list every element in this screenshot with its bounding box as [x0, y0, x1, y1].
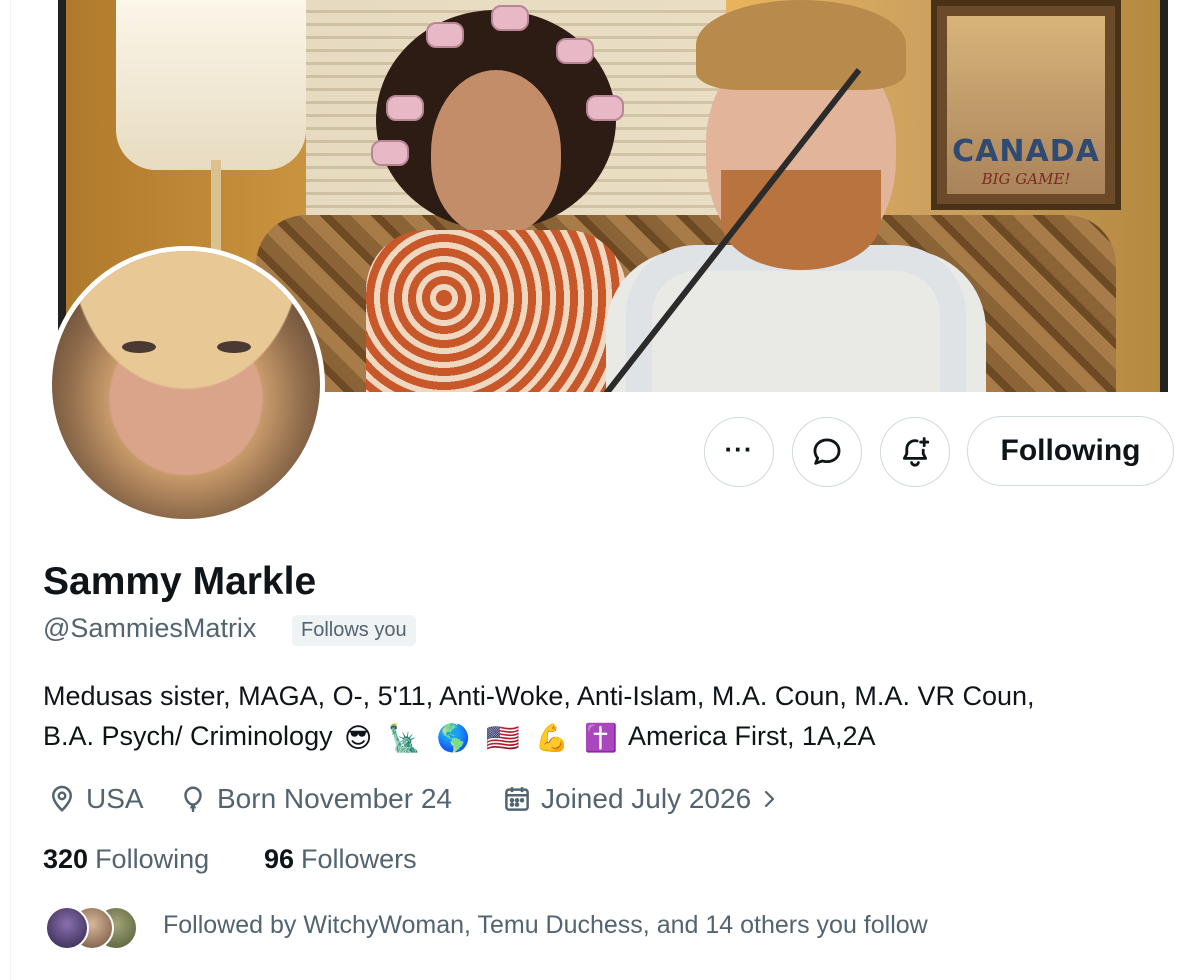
joined-text: Joined July 2026	[541, 783, 752, 814]
notification-bell-icon	[902, 437, 930, 467]
message-button[interactable]	[792, 417, 862, 487]
bio-text: B.A. Psych/ Criminology	[43, 721, 333, 751]
bio-line-2: B.A. Psych/ Criminology 😎 🗽 🌎 🇺🇸 💪 ✝️ Am…	[43, 716, 1183, 758]
emoji-statue-of-liberty: 🗽	[387, 722, 422, 753]
emoji-sunglasses: 😎	[344, 722, 373, 753]
banner-figure-left-face	[431, 70, 561, 235]
birthday: Born November 24	[178, 780, 452, 818]
birthday-text: Born November 24	[217, 783, 453, 814]
banner-poster-subtitle: BIG GAME!	[981, 170, 1071, 188]
column-divider	[10, 0, 11, 980]
notifications-button[interactable]	[880, 417, 950, 487]
profile-avatar[interactable]	[47, 246, 325, 524]
avatar-hair	[52, 251, 320, 412]
banner-poster: CANADA BIG GAME!	[931, 0, 1121, 210]
joined-date[interactable]: Joined July 2026	[502, 780, 781, 818]
avatar-eye-left	[122, 341, 156, 353]
followed-by-text[interactable]: Followed by WitchyWoman, Temu Duchess, a…	[163, 911, 928, 940]
more-button[interactable]: ···	[704, 417, 774, 487]
following-stat[interactable]: 320 Following	[43, 844, 209, 875]
bio-tail: America First, 1A,2A	[627, 721, 876, 751]
follower-avatar[interactable]	[45, 906, 89, 950]
following-button[interactable]: Following	[967, 416, 1174, 486]
banner-figure-left-body	[366, 230, 626, 392]
following-label: Following	[95, 844, 210, 874]
bio-line-1: Medusas sister, MAGA, O-, 5'11, Anti-Wok…	[43, 681, 1035, 711]
user-handle: @SammiesMatrix	[43, 613, 257, 643]
message-icon	[813, 438, 841, 465]
banner-poster-title: CANADA	[952, 134, 1100, 169]
avatar-eye-right	[217, 341, 251, 353]
display-name: Sammy Markle	[43, 560, 317, 603]
followers-stat[interactable]: 96 Followers	[264, 844, 417, 875]
calendar-icon	[505, 787, 529, 811]
more-icon: ···	[724, 434, 754, 464]
location: USA	[47, 780, 144, 818]
emoji-latin-cross: ✝️	[584, 722, 618, 753]
emoji-globe: 🌎	[436, 722, 471, 753]
balloon-icon	[184, 786, 202, 813]
banner-lamp	[116, 0, 306, 170]
following-count: 320	[43, 844, 89, 874]
location-icon	[51, 785, 73, 812]
banner-poster-art: CANADA BIG GAME!	[947, 16, 1105, 194]
emoji-flexed-biceps: 💪	[535, 722, 569, 753]
chevron-right-icon	[765, 790, 775, 808]
profile-bio: Medusas sister, MAGA, O-, 5'11, Anti-Wok…	[43, 676, 1183, 758]
banner-figure-right-hair	[696, 0, 906, 90]
follows-you-badge: Follows you	[292, 615, 416, 646]
emoji-us-flag: 🇺🇸	[486, 722, 520, 753]
location-text: USA	[86, 783, 144, 814]
followers-count: 96	[264, 844, 295, 874]
followers-label: Followers	[301, 844, 417, 874]
